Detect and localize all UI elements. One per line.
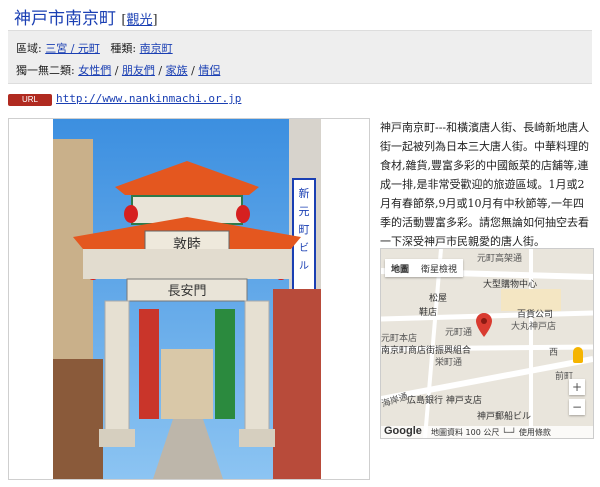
unique-link-women[interactable]: 女性們 [78, 64, 111, 77]
map-label-matsuya: 松屋 [429, 294, 448, 304]
region-link[interactable]: 三宮 / 元町 [45, 42, 100, 55]
map-tab-satellite[interactable]: 衛星檢視 [415, 259, 463, 277]
map-footer-text: 地圖資料 100 公尺 └─┘ 使用條款 [431, 428, 551, 437]
unique-link-family[interactable]: 家族 [166, 64, 188, 77]
side-sign-char-3: 町 [299, 223, 310, 236]
url-link[interactable]: http://www.nankinmachi.or.jp [56, 92, 241, 105]
map-widget[interactable]: 地圖 衛星檢視 元町高架通 大型購物中心 松屋 鞋店 百貨公司 大丸神戸店 元町… [380, 248, 594, 439]
category-link[interactable]: 觀光 [126, 13, 152, 28]
chinatown-gate-photo: 新 元 町 ビ ル 敦睦 長安門 [53, 119, 321, 479]
street-view-pegman-icon[interactable] [573, 347, 583, 363]
map-label-shoe-store: 鞋店 [419, 308, 438, 318]
title-bar: 神戸市南京町 [觀光] [8, 0, 592, 30]
zoom-in-button[interactable]: + [569, 379, 585, 395]
category-bracket-close: ] [152, 13, 158, 28]
url-badge: URL [8, 94, 52, 106]
side-sign-char-4: ビ [299, 242, 309, 254]
map-label-honten: 元町本店 [381, 334, 418, 344]
description-text: 神戸南京町---和橫濱唐人街、長崎新地唐人街一起被列為日本三大唐人街。中華料理的… [380, 121, 590, 248]
map-tab-map[interactable]: 地圖 [385, 259, 415, 277]
map-label-mall: 大型購物中心 [483, 280, 538, 290]
region-label: 區域: [16, 42, 42, 55]
side-sign-char-5: ル [299, 261, 309, 272]
region-row: 區域: 三宮 / 元町 種類: 南京町 [16, 40, 173, 56]
unique-link-friends[interactable]: 朋友們 [122, 64, 155, 77]
google-logo[interactable]: Google [384, 425, 422, 437]
map-tabs: 地圖 衛星檢視 [385, 259, 464, 277]
map-label-daimaru: 大丸神戸店 [511, 322, 557, 332]
gate-photo-svg: 新 元 町 ビ ル 敦睦 長安門 [53, 119, 321, 479]
map-label-yusen-bldg: 神戸郵船ビル [477, 412, 532, 422]
url-row: URL http://www.nankinmachi.or.jp [8, 92, 592, 108]
unique-link-couples[interactable]: 情侶 [198, 64, 220, 77]
map-label-hiroshima-bank: 広島銀行 神戸支店 [407, 396, 482, 406]
map-label-motomachi-koka: 元町高架通 [477, 254, 523, 264]
unique-row: 獨一無二類: 女性們 / 朋友們 / 家族 / 情侶 [16, 64, 221, 77]
type-label: 種類: [110, 42, 137, 55]
unique-label: 獨一無二類: [16, 64, 75, 77]
location-pin-icon[interactable] [476, 313, 492, 337]
map-footer: Google 地圖資料 100 公尺 └─┘ 使用條款 [381, 425, 593, 438]
page-title: 神戸市南京町 [14, 9, 116, 29]
map-label-nishi: 西 [549, 348, 559, 358]
side-sign-char-2: 元 [299, 205, 310, 218]
info-box: 區域: 三宮 / 元町 種類: 南京町 獨一無二類: 女性們 / 朋友們 / 家… [8, 30, 592, 84]
photo-frame: 新 元 町 ビ ル 敦睦 長安門 [8, 118, 370, 480]
gate-sub-text: 長安門 [167, 284, 206, 299]
map-label-motomachi-dori: 元町通 [445, 328, 473, 338]
zoom-out-button[interactable]: − [569, 399, 585, 415]
type-link[interactable]: 南京町 [140, 42, 173, 55]
side-sign-char-1: 新 [299, 186, 310, 200]
map-label-sakaemachi: 栄町通 [435, 358, 463, 368]
page-title-line: 神戸市南京町 [觀光] [14, 4, 158, 29]
